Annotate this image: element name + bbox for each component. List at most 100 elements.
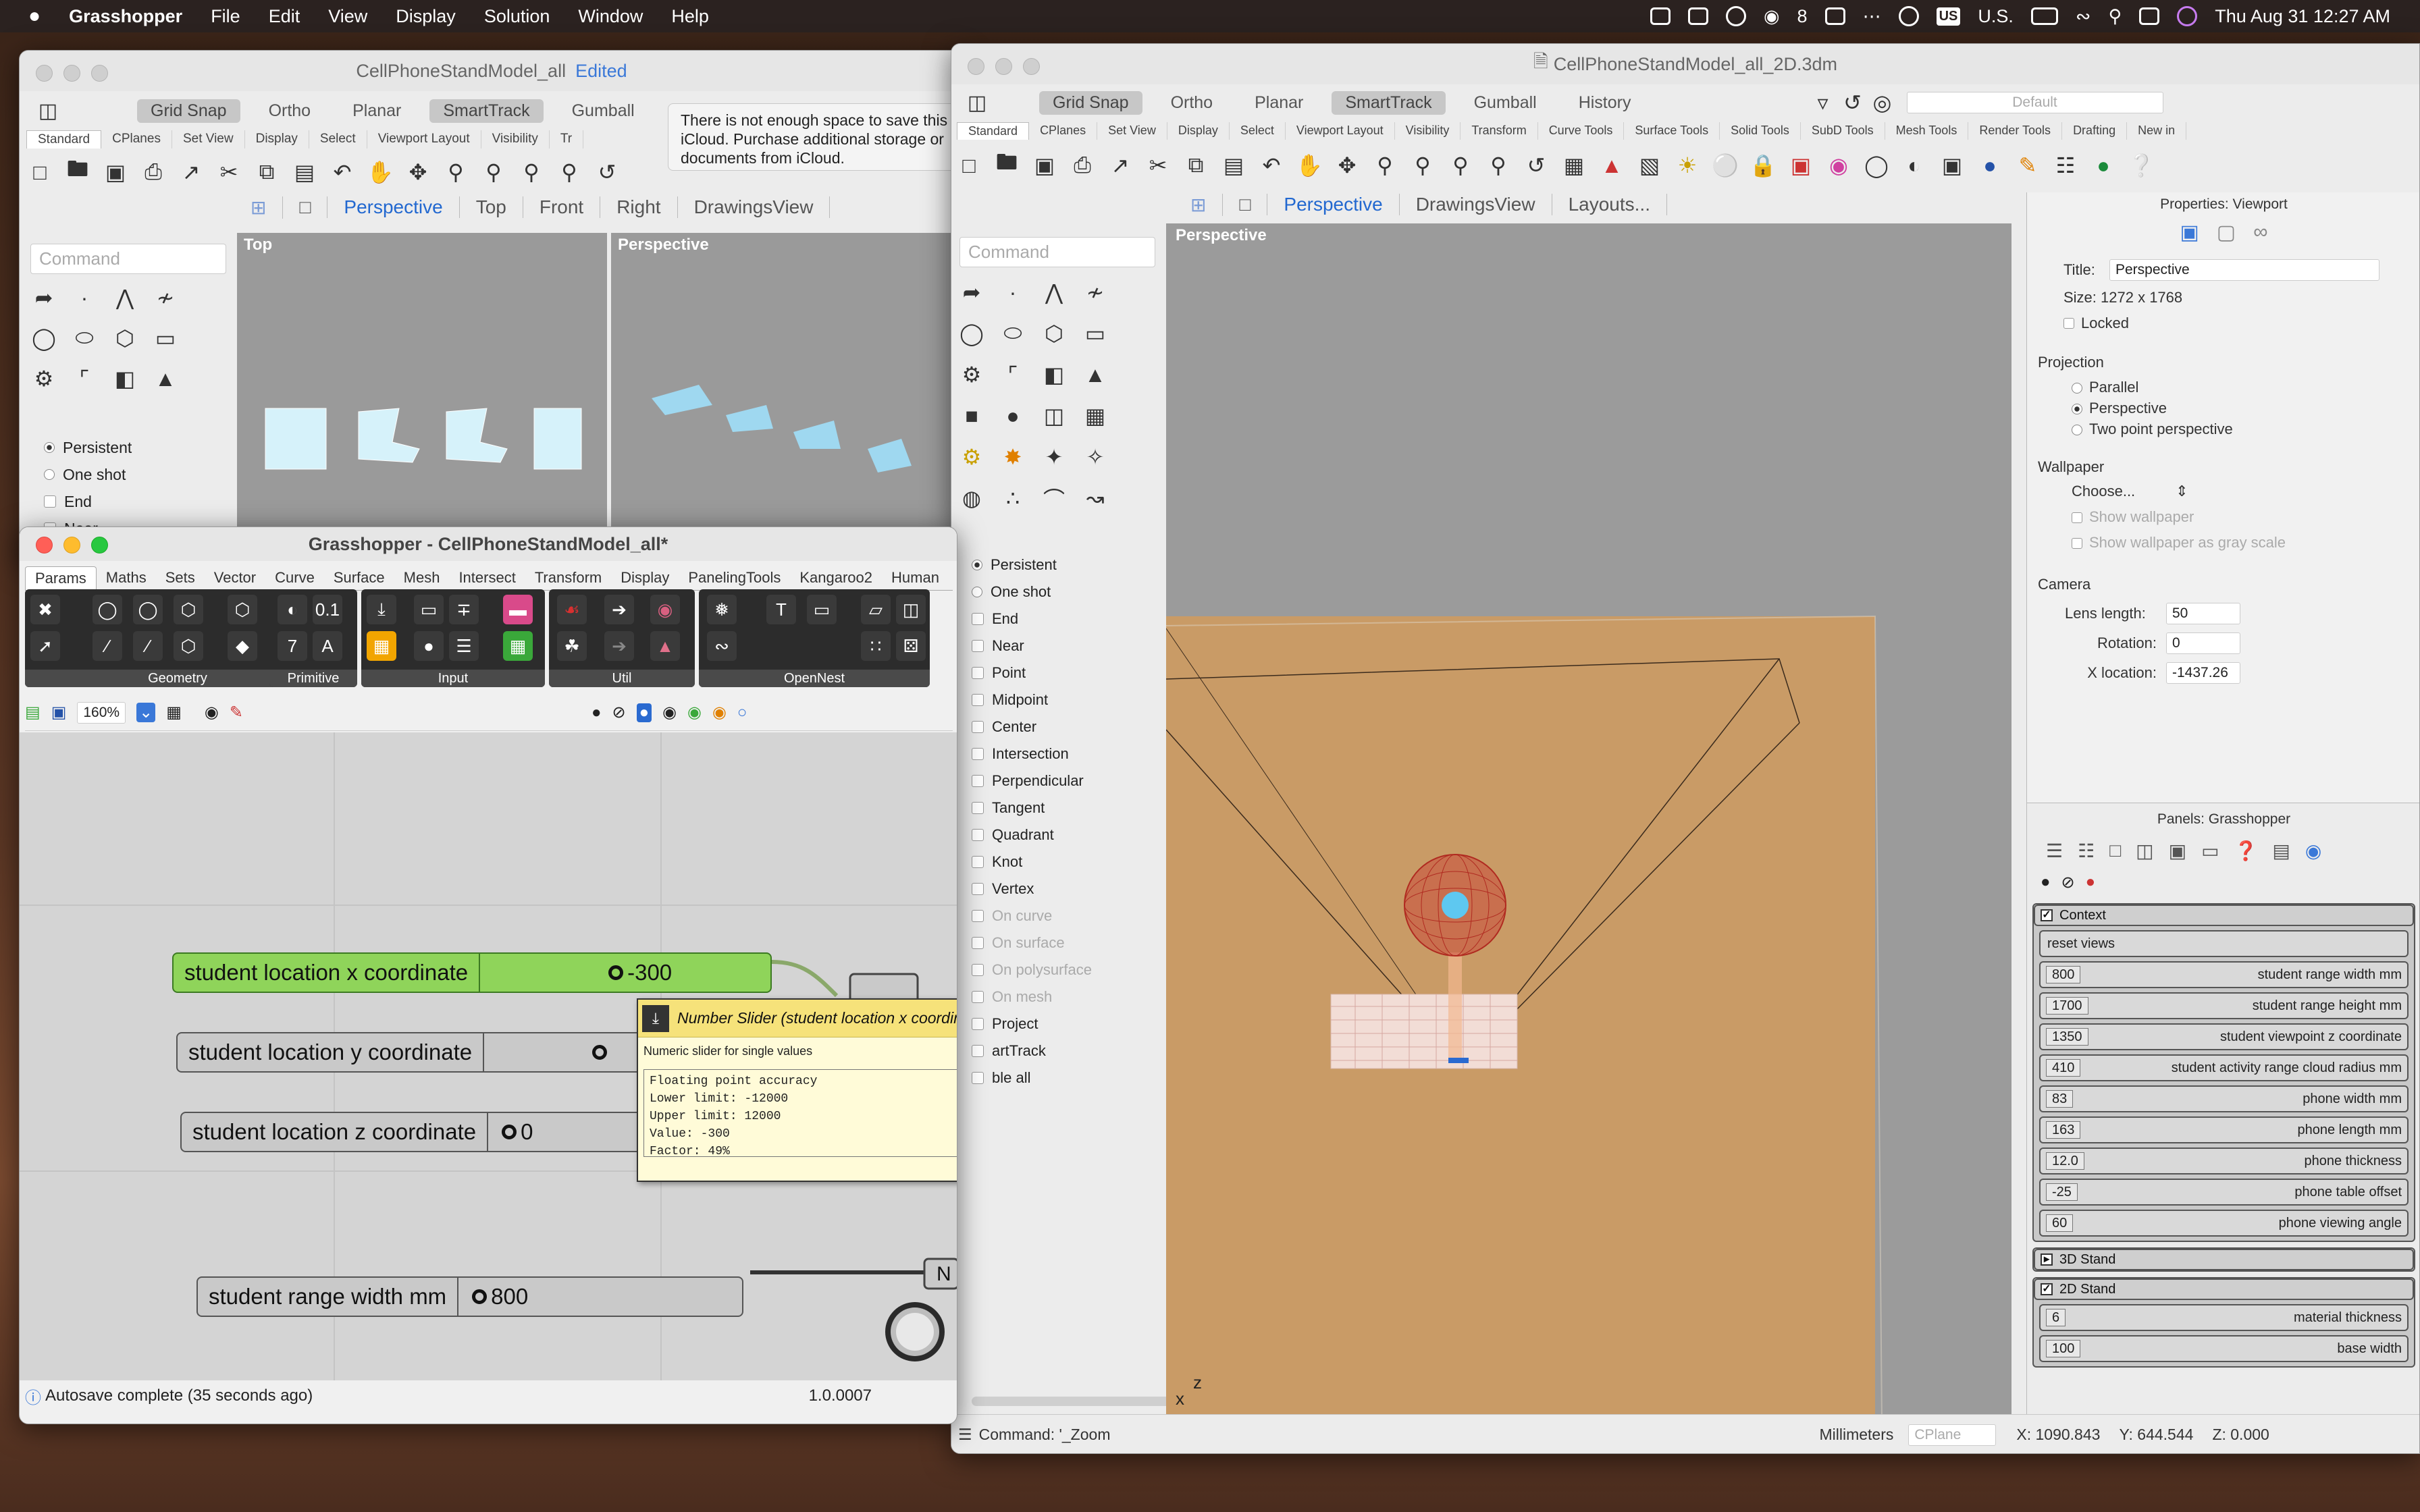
gh-tab-mesh[interactable]: Mesh [394,566,450,590]
color-mode-icon[interactable]: ◉ [687,703,702,722]
osnap-end[interactable]: End [992,605,1018,632]
relay-arrow-icon[interactable]: ➔ [604,595,634,624]
gh-tab-params[interactable]: Params [25,566,97,590]
checkbox-icon[interactable] [972,640,984,652]
sphere-wire-icon[interactable]: ◯ [1862,151,1891,180]
tab-viewport-layout[interactable]: Viewport Layout [367,130,481,148]
cylinder-icon[interactable]: ◫ [1039,401,1069,431]
tab-transform[interactable]: Transform [1461,122,1538,140]
osnap-near[interactable]: Near [992,632,1024,659]
tab-drawingsview[interactable]: DrawingsView [1400,194,1552,215]
tab-visibility[interactable]: Visibility [1395,122,1461,140]
sidebar-toggle-icon[interactable]: ◫ [962,88,992,117]
preview-shaded-icon[interactable]: ● [591,703,602,722]
copy-icon[interactable]: ⧉ [1181,151,1211,180]
panel-slider-row[interactable]: -25 phone table offset [2039,1179,2409,1206]
checkbox-icon[interactable] [2072,512,2082,524]
viewport-frame-icon[interactable]: ▢ [2217,221,2236,244]
undo-view-icon[interactable]: ↺ [592,157,622,187]
cut-icon[interactable]: ✂ [214,157,244,187]
pan-hand-icon[interactable]: ✋ [365,157,395,187]
line-param-icon[interactable]: ∕ [93,631,122,661]
checkbox-icon[interactable] [972,937,984,949]
gh-tab-maths[interactable]: Maths [97,566,156,590]
panel-slider-row[interactable]: 6 material thickness [2039,1304,2409,1331]
checkbox-icon[interactable] [972,775,984,787]
radio-icon[interactable] [2072,404,2082,415]
osnap-on-mesh[interactable]: On mesh [992,983,1052,1010]
polygon-icon[interactable]: ⬡ [110,323,140,353]
save-icon[interactable]: ▣ [101,157,130,187]
stop-icon[interactable]: ● [2086,873,2096,892]
slider-icon[interactable]: ∓ [449,595,479,624]
planar-button[interactable]: Planar [339,99,415,123]
history-button[interactable]: History [1565,91,1645,115]
cplane-dropdown[interactable]: CPlane [1908,1424,1997,1446]
zoom-window-icon[interactable]: ⚲ [1408,151,1438,180]
tab-right[interactable]: Right [600,196,678,218]
checkbox-icon[interactable] [972,1072,984,1084]
mesh-grid-icon[interactable]: ▧ [1635,151,1664,180]
hierarchy-icon[interactable]: ☷ [2051,151,2080,180]
gh-canvas[interactable]: N student location x coordinate -300 stu… [20,732,957,1380]
camera-icon[interactable]: ▣ [2180,221,2199,244]
radio-icon[interactable] [2072,383,2082,394]
list-icon[interactable]: ☰ [958,1426,972,1444]
text-tag-icon[interactable]: T [766,595,796,624]
render-mode-icon[interactable]: ◉ [712,703,727,722]
gh-tab-panelingtools[interactable]: PanelingTools [679,566,790,590]
circles-icon[interactable]: ∷ [861,631,891,661]
value-list-icon[interactable]: ☰ [449,631,479,661]
siri-icon[interactable] [2177,6,2198,26]
preview-wire-icon[interactable]: ⊘ [612,703,625,722]
checkbox-icon[interactable] [972,829,984,841]
osnap-intersection[interactable]: Intersection [992,740,1069,767]
box-icon[interactable] [1687,7,1708,25]
fillet-icon[interactable]: ⌜ [998,360,1028,389]
import-icon[interactable]: ↗ [176,157,206,187]
search-icon[interactable]: ⚲ [2109,6,2122,27]
tab-perspective[interactable]: Perspective [1267,194,1400,215]
slider-y-track[interactable] [484,1033,661,1071]
integer-param-icon[interactable]: 7 [278,631,307,661]
undo-icon[interactable]: ↶ [1257,151,1286,180]
clock[interactable]: Thu Aug 31 12:27 AM [2215,6,2390,27]
rotate-view-icon[interactable]: ✥ [403,157,433,187]
osnap-perpendicular[interactable]: Perpendicular [992,767,1084,794]
boolean-icon[interactable]: ◍ [957,483,987,513]
slider-knob[interactable] [592,1045,608,1060]
viewport-top[interactable]: Top [237,233,607,562]
expand-icon[interactable]: ▸ [2041,1253,2053,1266]
slider-z-coordinate[interactable]: student location z coordinate 0 [180,1112,653,1152]
tab-display[interactable]: Display [1167,122,1230,140]
mesh-param-icon[interactable]: ∕ [133,631,163,661]
tab-drawingsview[interactable]: DrawingsView [678,196,831,218]
grid-layout-icon[interactable]: ⊞ [234,196,284,219]
figma-icon[interactable] [1650,7,1671,25]
osnap-on-polysurface[interactable]: On polysurface [992,956,1092,983]
single-layout-icon[interactable]: □ [283,196,328,218]
icloud-notification[interactable]: There is not enough space to save this i… [668,103,964,171]
paste-icon[interactable]: ▤ [290,157,319,187]
panel-slider-value[interactable]: 1700 [2046,997,2088,1015]
osnap-persistent[interactable]: Persistent [991,551,1057,578]
undo-view-icon[interactable]: ↺ [1521,151,1551,180]
tree-icon[interactable]: ☘ [557,631,587,661]
layers-icon[interactable]: ▣ [1786,151,1816,180]
title-field[interactable]: Perspective [2109,259,2379,281]
slider-knob[interactable] [502,1125,517,1139]
checkbox-icon[interactable] [972,856,984,868]
new-file-icon[interactable]: □ [954,151,984,180]
button-object-icon[interactable]: ▭ [414,595,444,624]
offset-icon[interactable]: ↝ [1080,483,1110,513]
checkbox-icon[interactable] [972,667,984,679]
box-solid-icon[interactable]: ■ [957,401,987,431]
edited-status[interactable]: Edited [575,61,627,82]
paste-icon[interactable]: ▤ [1219,151,1248,180]
zoom-extents-icon[interactable]: ⚲ [517,157,546,187]
menu-app-name[interactable]: Grasshopper [69,6,182,27]
zoom-button[interactable] [91,537,108,554]
rectangle-icon[interactable]: ▭ [151,323,180,353]
zoom-icon[interactable]: ⚲ [441,157,471,187]
link-icon[interactable]: ∞ [2253,221,2267,244]
